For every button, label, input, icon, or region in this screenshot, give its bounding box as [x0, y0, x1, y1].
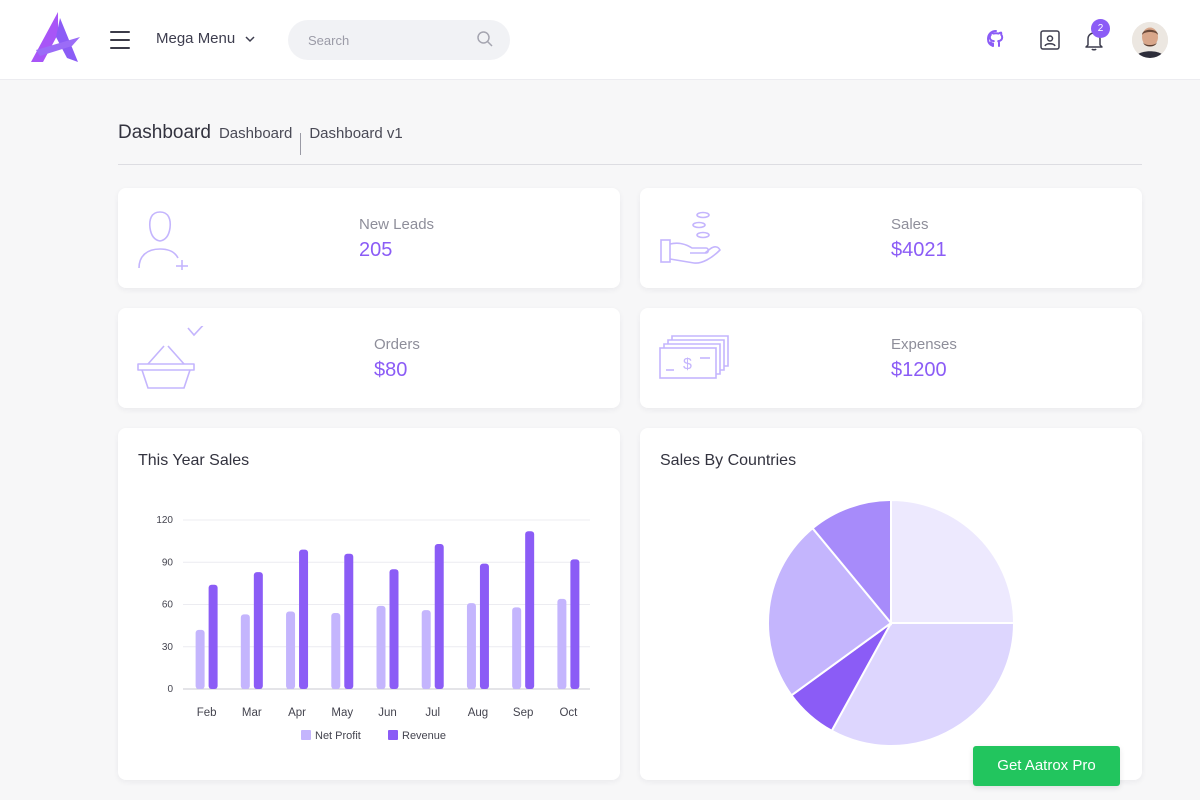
stat-label: Sales: [891, 216, 929, 233]
breadcrumb-divider: [300, 133, 302, 155]
mega-menu-dropdown[interactable]: Mega Menu: [156, 30, 257, 47]
bar-revenue: [525, 531, 535, 689]
x-tick-label: Jul: [425, 707, 440, 719]
breadcrumb-item-dashboard[interactable]: Dashboard: [219, 125, 292, 142]
chevron-down-icon: [245, 35, 255, 42]
legend-swatch: [388, 730, 398, 740]
bar-net-profit: [512, 607, 522, 689]
mega-menu-label: Mega Menu: [156, 30, 236, 47]
github-icon[interactable]: [984, 28, 1008, 52]
sales-by-countries-panel: Sales By Countries: [640, 428, 1142, 780]
bar-revenue: [344, 553, 354, 689]
stat-value: $1200: [891, 359, 947, 381]
x-tick-label: Feb: [197, 707, 217, 719]
x-tick-label: Aug: [468, 707, 488, 719]
bar-revenue: [208, 584, 218, 689]
x-tick-label: Oct: [559, 707, 578, 719]
bar-net-profit: [286, 611, 296, 689]
stat-card-expenses: $ Expenses $1200: [640, 308, 1142, 408]
top-navbar: Mega Menu 2: [0, 0, 1200, 80]
x-tick-label: Jun: [378, 707, 397, 719]
bar-net-profit: [195, 629, 205, 689]
get-pro-button[interactable]: Get Aatrox Pro: [973, 746, 1120, 786]
search-input[interactable]: [308, 30, 468, 50]
y-tick-label: 90: [162, 557, 174, 568]
bar-revenue: [299, 549, 309, 689]
search-icon[interactable]: [476, 30, 494, 48]
breadcrumb-item-dashboard-v1[interactable]: Dashboard v1: [309, 125, 402, 142]
bar-revenue: [253, 572, 263, 689]
y-tick-label: 60: [162, 600, 174, 611]
pie-chart: [767, 498, 1016, 747]
cash-bills-icon: $: [659, 335, 729, 379]
bar-net-profit: [421, 610, 431, 689]
legend-label: Net Profit: [315, 730, 361, 742]
bar-net-profit: [557, 598, 567, 689]
profile-card-icon[interactable]: [1038, 28, 1062, 52]
legend-swatch: [301, 730, 311, 740]
search-box: [288, 20, 510, 60]
stat-card-sales: Sales $4021: [640, 188, 1142, 288]
breadcrumb: Dashboard Dashboard Dashboard v1: [118, 122, 1142, 165]
legend-label: Revenue: [402, 730, 446, 742]
stat-value: 205: [359, 239, 393, 261]
hamburger-menu-icon[interactable]: [110, 31, 130, 49]
x-tick-label: Mar: [242, 707, 262, 719]
x-tick-label: Apr: [288, 707, 306, 719]
shopping-basket-icon: [137, 326, 204, 389]
notification-count-badge: 2: [1091, 19, 1110, 38]
bar-net-profit: [240, 614, 250, 689]
bar-net-profit: [376, 605, 386, 689]
x-tick-label: Sep: [513, 707, 533, 719]
y-tick-label: 120: [156, 515, 173, 526]
this-year-sales-panel: This Year Sales 0 30 60 90 120 Feb Mar Apr May Ju…: [118, 428, 620, 780]
page-title: Dashboard: [118, 122, 211, 143]
bar-chart: 0 30 60 90 120 Feb Mar Apr May Jun Jul Aug Sep Oct Net…: [156, 515, 590, 742]
stat-value: $4021: [891, 239, 947, 261]
bar-revenue: [570, 559, 580, 689]
bar-net-profit: [466, 603, 476, 689]
x-tick-label: May: [331, 707, 353, 719]
user-avatar[interactable]: [1132, 22, 1168, 58]
svg-text:$: $: [683, 356, 692, 373]
bar-revenue: [479, 563, 489, 689]
bar-revenue: [389, 569, 399, 689]
add-user-icon: [138, 211, 188, 270]
stat-label: New Leads: [359, 216, 435, 233]
stat-card-new-leads: New Leads 205: [118, 188, 620, 288]
app-logo[interactable]: [28, 10, 84, 68]
pie-slice: [890, 498, 1016, 624]
stat-label: Expenses: [891, 336, 957, 353]
stat-label: Orders: [374, 336, 420, 353]
stat-value: $80: [374, 359, 408, 381]
y-tick-label: 0: [167, 684, 173, 695]
y-tick-label: 30: [162, 642, 174, 653]
stat-card-orders: Orders $80: [118, 308, 620, 408]
avatar-image: [1132, 22, 1168, 58]
hand-coins-icon: [660, 211, 721, 264]
bar-revenue: [434, 543, 444, 689]
bar-net-profit: [331, 612, 341, 689]
